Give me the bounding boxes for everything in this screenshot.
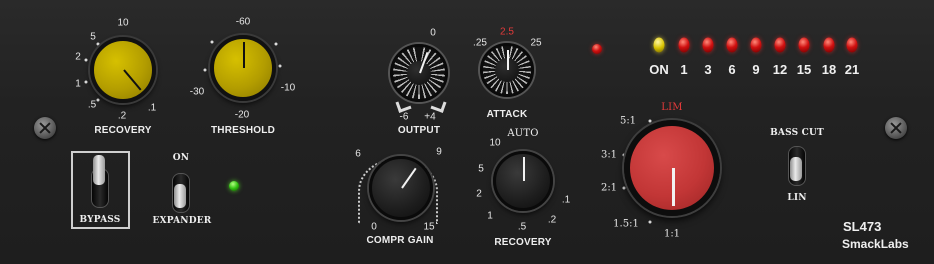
meter-led-6-icon <box>726 37 738 53</box>
meter-label-18: 18 <box>821 62 837 77</box>
recovery-knob[interactable] <box>90 37 156 103</box>
meter-label-1: 1 <box>680 62 688 77</box>
recovery-scale-10: 10 <box>117 17 129 29</box>
recovery-auto-label: AUTO <box>507 128 539 139</box>
ratio-scale-3-1: 3:1 <box>600 149 618 161</box>
maker-name: SmackLabs <box>842 237 909 251</box>
meter-led-15-icon <box>798 37 810 53</box>
recovery-center-label: RECOVERY <box>494 237 552 248</box>
threshold-scale-minus30: -30 <box>189 86 205 98</box>
threshold-scale-minus10: -10 <box>280 82 296 94</box>
threshold-scale-minus20: -20 <box>234 109 250 121</box>
compr-gain-scale-9: 9 <box>436 146 442 158</box>
output-scale-plus4: +4 <box>424 111 436 123</box>
recovery-scale-5: 5 <box>90 31 96 43</box>
expander-label: EXPANDER <box>152 216 212 226</box>
ratio-scale-2-1: 2:1 <box>600 182 618 194</box>
recovery2-scale-0-5: .5 <box>517 221 527 233</box>
meter-led-21-icon <box>846 37 858 53</box>
attack-scale-2-5: 2.5 <box>500 26 514 38</box>
compr-gain-knob[interactable] <box>369 156 433 220</box>
output-scale-0: 0 <box>430 27 436 39</box>
output-scale-minus6: -6 <box>399 111 409 123</box>
ratio-scale-5-1: 5:1 <box>619 115 637 127</box>
compr-gain-label: COMPR GAIN <box>366 235 434 246</box>
recovery-scale-2: 2 <box>75 51 81 63</box>
bass-cut-toggle[interactable] <box>788 146 806 186</box>
expander-on-label: ON <box>172 153 190 163</box>
attack-scale-25: 25 <box>530 37 542 49</box>
output-label: OUTPUT <box>397 125 441 136</box>
meter-label-6: 6 <box>728 62 736 77</box>
meter-led-9-icon <box>750 37 762 53</box>
recovery2-scale-1: 1 <box>487 210 493 222</box>
ratio-lim-label: LIM <box>661 102 683 113</box>
bypass-toggle[interactable] <box>91 155 109 208</box>
recovery2-scale-5: 5 <box>478 163 484 175</box>
recovery-center-knob[interactable] <box>493 151 553 211</box>
model-name: SL473 <box>843 219 882 234</box>
recovery2-scale-0-2: .2 <box>547 214 557 226</box>
recovery-scale-1: 1 <box>75 78 81 90</box>
attack-knob[interactable] <box>480 43 534 97</box>
bypass-label: BYPASS <box>79 215 121 225</box>
meter-led-18-icon <box>823 37 835 53</box>
compr-gain-scale-6: 6 <box>355 148 361 160</box>
meter-label-15: 15 <box>796 62 812 77</box>
expander-toggle[interactable] <box>172 173 190 213</box>
recovery-scale-0-1: .1 <box>147 102 157 114</box>
meter-label-12: 12 <box>772 62 788 77</box>
recovery-scale-0-5: .5 <box>87 99 97 111</box>
bass-cut-lin-label: LIN <box>787 193 807 203</box>
output-knob[interactable] <box>390 44 448 102</box>
meter-label-3: 3 <box>704 62 712 77</box>
ratio-scale-1-1: 1:1 <box>663 228 681 240</box>
recovery2-scale-0-1: .1 <box>561 194 571 206</box>
ratio-scale-1-5-1: 1.5:1 <box>613 218 639 230</box>
recovery-scale-0-2: .2 <box>117 110 127 122</box>
meter-label-9: 9 <box>752 62 760 77</box>
screw-icon <box>34 117 56 139</box>
meter-label-21: 21 <box>844 62 860 77</box>
meter-led-on-icon <box>653 37 665 53</box>
threshold-label: THRESHOLD <box>210 125 276 136</box>
plugin-panel: 10 5 2 1 .5 .2 .1 RECOVERY -60 -30 -20 -… <box>0 0 934 264</box>
recovery2-scale-10: 10 <box>489 137 501 149</box>
attack-scale-0-25: .25 <box>473 37 487 49</box>
meter-led-1-icon <box>678 37 690 53</box>
clip-led-icon <box>592 44 602 54</box>
recovery-label: RECOVERY <box>94 125 152 136</box>
meter-led-12-icon <box>774 37 786 53</box>
bass-cut-label: BASS CUT <box>770 128 824 138</box>
attack-label: ATTACK <box>486 109 528 120</box>
recovery2-scale-2: 2 <box>476 188 482 200</box>
meter-led-3-icon <box>702 37 714 53</box>
threshold-knob[interactable] <box>210 35 276 101</box>
ratio-knob[interactable] <box>624 120 720 216</box>
screw-icon <box>885 117 907 139</box>
threshold-scale-minus60: -60 <box>235 16 251 28</box>
meter-label-on: ON <box>649 62 669 77</box>
expander-led-icon <box>229 181 239 191</box>
